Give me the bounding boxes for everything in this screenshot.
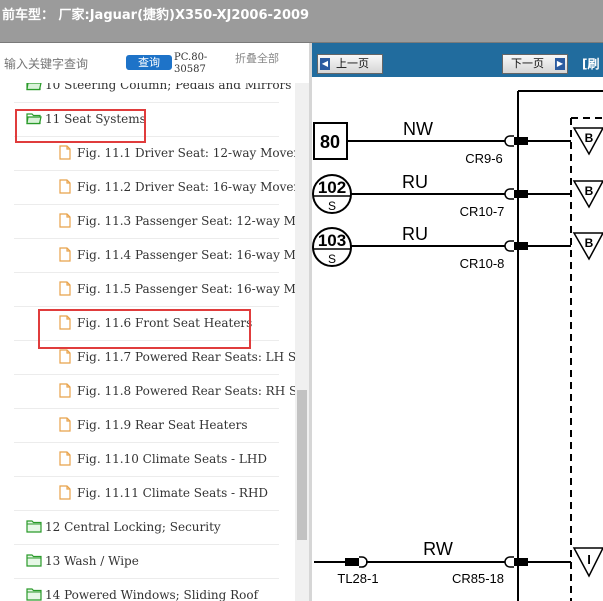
- tree-item-label: Fig. 11.3 Passenger Seat: 12-way Movemen…: [77, 214, 295, 228]
- tree-item-document[interactable]: Fig. 11.3 Passenger Seat: 12-way Movemen…: [0, 205, 295, 239]
- connector-label: TL28-1: [337, 571, 378, 586]
- tree-item-label: 14 Powered Windows; Sliding Roof: [45, 588, 259, 601]
- tree-item-label: Fig. 11.9 Rear Seat Heaters: [77, 418, 248, 432]
- tree-item-document[interactable]: Fig. 11.9 Rear Seat Heaters: [0, 409, 295, 443]
- search-input[interactable]: [4, 54, 122, 74]
- search-bar: 查询 PC.80-30587 折叠全部: [0, 43, 311, 83]
- splice-label: 80: [320, 132, 340, 152]
- document-icon: [59, 349, 71, 367]
- tree-item-folder[interactable]: 10 Steering Column; Pedals and Mirrors: [0, 83, 295, 103]
- document-icon: [59, 145, 71, 163]
- tree-item-document[interactable]: Fig. 11.8 Powered Rear Seats: RH Seat: [0, 375, 295, 409]
- component-triangle-icon: B: [572, 232, 603, 261]
- search-button[interactable]: 查询: [126, 55, 172, 70]
- svg-text:B: B: [585, 184, 594, 198]
- highlight-box-seat-systems: [15, 109, 146, 143]
- tree-item-document[interactable]: Fig. 11.2 Driver Seat: 16-way Movement: [0, 171, 295, 205]
- tree-item-label: Fig. 11.5 Passenger Seat: 16-way Movemen…: [77, 282, 295, 296]
- document-icon: [59, 485, 71, 503]
- svg-text:B: B: [585, 236, 594, 250]
- connector-label: CR9-6: [465, 151, 503, 166]
- document-icon: [59, 417, 71, 435]
- folder-open-icon: [26, 83, 42, 94]
- connector-label: CR85-18: [452, 571, 504, 586]
- tree-item-label: 13 Wash / Wipe: [45, 554, 139, 568]
- document-icon: [59, 451, 71, 469]
- tree-item-document[interactable]: Fig. 11.4 Passenger Seat: 16-way Movemen…: [0, 239, 295, 273]
- sidebar-scrollbar-thumb[interactable]: [297, 390, 307, 540]
- tree-item-document[interactable]: Fig. 11.11 Climate Seats - RHD: [0, 477, 295, 511]
- connector-pin-icon: [504, 240, 514, 252]
- tree-item-label: Fig. 11.8 Powered Rear Seats: RH Seat: [77, 384, 295, 398]
- document-icon: [59, 383, 71, 401]
- tree-item-label: 12 Central Locking; Security: [45, 520, 221, 534]
- tree-item-label: Fig. 11.1 Driver Seat: 12-way Movement: [77, 146, 295, 160]
- component-triangle-icon: I: [572, 547, 603, 578]
- tree-item-label: Fig. 11.11 Climate Seats - RHD: [77, 486, 269, 500]
- tree-item-folder[interactable]: 14 Powered Windows; Sliding Roof: [0, 579, 295, 601]
- wire-color-code: RU: [402, 172, 428, 192]
- window-titlebar: 前车型： 厂家:Jaguar(捷豹)X350-XJ2006-2009: [0, 0, 603, 43]
- document-icon: [59, 179, 71, 197]
- folder-icon: [26, 587, 42, 601]
- connector-pin-icon: [504, 135, 514, 147]
- component-triangle-icon: B: [572, 127, 603, 156]
- splice-label: 103: [318, 231, 346, 250]
- window-title: 前车型： 厂家:Jaguar(捷豹)X350-XJ2006-2009: [2, 8, 310, 23]
- tree-item-label: 10 Steering Column; Pedals and Mirrors: [45, 83, 292, 92]
- splice-sub-label: S: [328, 199, 336, 213]
- splice-sub-label: S: [328, 252, 336, 266]
- wiring-diagram: 80 NW CR9-6 102 S RU CR10-7 103 S RU CR1…: [312, 90, 603, 601]
- highlight-box-front-seat-heaters: [38, 309, 251, 349]
- folder-icon: [26, 553, 42, 570]
- tree-item-document[interactable]: Fig. 11.5 Passenger Seat: 16-way Movemen…: [0, 273, 295, 307]
- wire-color-code: RW: [423, 539, 453, 559]
- wire-color-code: RU: [402, 224, 428, 244]
- connector-label: CR10-7: [460, 204, 505, 219]
- svg-text:I: I: [587, 552, 591, 567]
- folder-icon: [26, 519, 42, 536]
- connector-label: CR10-8: [460, 256, 505, 271]
- tree-item-folder[interactable]: 12 Central Locking; Security: [0, 511, 295, 545]
- tree-item-folder[interactable]: 13 Wash / Wipe: [0, 545, 295, 579]
- document-icon: [59, 213, 71, 231]
- tree-item-label: Fig. 11.4 Passenger Seat: 16-way Movemen…: [77, 248, 295, 262]
- document-icon: [59, 281, 71, 299]
- connector-pin-icon: [504, 188, 514, 200]
- svg-text:B: B: [585, 131, 594, 145]
- diagram-viewer: ◀ 上一页 下一页 ▶ [刷 80 NW CR9-6 102 S RU CR10…: [312, 43, 603, 601]
- connector-pin-icon: [345, 558, 359, 566]
- tree-item-label: Fig. 11.10 Climate Seats - LHD: [77, 452, 267, 466]
- tree-item-document[interactable]: Fig. 11.10 Climate Seats - LHD: [0, 443, 295, 477]
- tree-item-label: Fig. 11.7 Powered Rear Seats: LH Seat: [77, 350, 295, 364]
- connector-pin-icon: [504, 556, 514, 568]
- component-triangle-icon: B: [572, 180, 603, 209]
- tree-item-label: Fig. 11.2 Driver Seat: 16-way Movement: [77, 180, 295, 194]
- wire-color-code: NW: [403, 119, 433, 139]
- splice-label: 102: [318, 178, 346, 197]
- pc-label: PC.80-30587: [174, 52, 208, 75]
- collapse-all-button[interactable]: 折叠全部: [235, 52, 279, 65]
- document-icon: [59, 247, 71, 265]
